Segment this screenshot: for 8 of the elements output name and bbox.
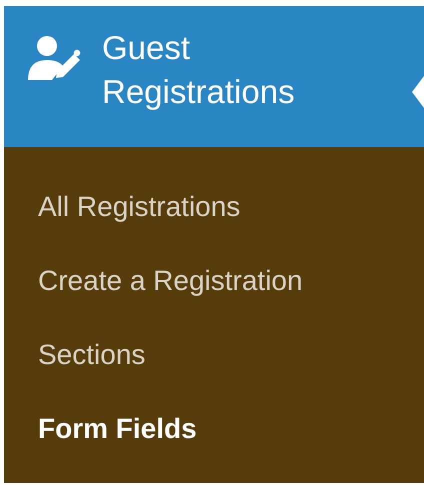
submenu-item[interactable]: Form Fields — [4, 409, 197, 483]
submenu-item[interactable]: All Registrations — [4, 187, 240, 261]
menu-header[interactable]: Guest Registrations — [4, 6, 424, 147]
submenu-item[interactable]: Sections — [4, 335, 146, 409]
menu-title: Guest Registrations — [102, 28, 296, 112]
current-indicator-icon — [412, 76, 424, 108]
user-edit-icon — [26, 36, 82, 80]
submenu-item[interactable]: Create a Registration — [4, 261, 303, 335]
